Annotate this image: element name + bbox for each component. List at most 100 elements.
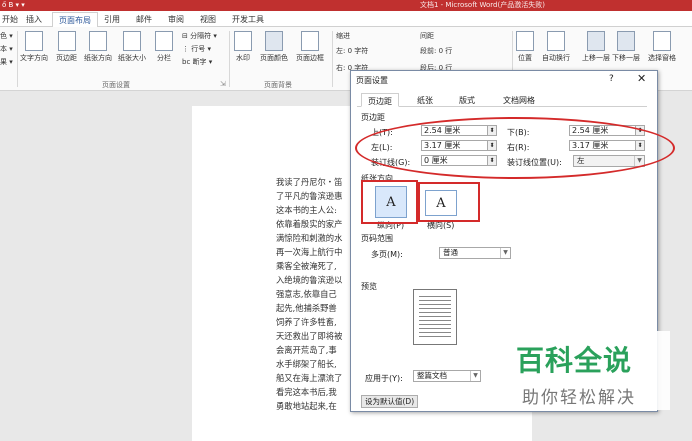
window-title: 文档1 - Microsoft Word(产品激活失败): [420, 1, 545, 9]
ribbon-separator: [332, 31, 333, 87]
ribbon-tabs: 开始 插入 页面布局 引用 邮件 审阅 视图 开发工具: [0, 11, 692, 28]
orientation-icon: [89, 31, 107, 51]
page-setup-group-label: 页面设置: [102, 81, 130, 89]
annotation-rect-portrait: [361, 180, 418, 224]
hyphenation-button[interactable]: bc 断字 ▾: [182, 57, 212, 67]
position-icon: [516, 31, 534, 51]
send-backward-label: 下移一层: [612, 54, 640, 62]
tab-page-layout[interactable]: 页面布局: [52, 12, 98, 28]
document-line: 会离开荒岛了,事: [276, 345, 337, 355]
title-bar: ő B ▾ ▾ 文档1 - Microsoft Word(产品激活失败): [0, 0, 692, 11]
page-borders-label: 页面边框: [296, 54, 324, 62]
document-line: 水手绑架了船长,: [276, 359, 337, 369]
tab-margins[interactable]: 页边距: [361, 93, 399, 107]
tab-references[interactable]: 引用: [104, 14, 120, 25]
hyphenation-icon: bc: [182, 58, 191, 66]
dialog-tabs: 页边距 纸张 版式 文档网格: [357, 93, 647, 107]
line-numbers-button[interactable]: ⋮ 行号 ▾: [182, 44, 211, 54]
tab-review[interactable]: 审阅: [168, 14, 184, 25]
ribbon-cut-item-1[interactable]: 色 ▾: [0, 31, 13, 41]
annotation-ellipse: [355, 117, 675, 179]
apply-to-select[interactable]: 整篇文档 ▼: [413, 370, 481, 382]
spacing-title: 间距: [420, 32, 434, 40]
tab-insert[interactable]: 插入: [26, 14, 42, 25]
page-color-button[interactable]: 页面颜色: [260, 31, 288, 63]
breaks-icon: ⊟: [182, 32, 188, 40]
orientation-button[interactable]: 纸张方向: [84, 31, 112, 63]
breaks-button[interactable]: ⊟ 分隔符 ▾: [182, 31, 217, 41]
page-color-icon: [265, 31, 283, 51]
tab-layout[interactable]: 版式: [453, 93, 481, 107]
document-line: 入绝境的鲁滨逊以: [276, 275, 343, 285]
paper-size-icon: [123, 31, 141, 51]
line-numbers-icon: ⋮: [182, 45, 189, 53]
document-line: 起先,他捕杀野兽: [276, 303, 337, 313]
chevron-down-icon: ▼: [500, 248, 510, 258]
document-line: 天还救出了即将被: [276, 331, 343, 341]
annotation-rect-landscape: [418, 182, 480, 222]
pages-section-title: 页码范围: [361, 234, 393, 243]
close-icon[interactable]: ✕: [637, 72, 646, 85]
multiple-pages-select[interactable]: 普通 ▼: [439, 247, 511, 259]
position-label: 位置: [518, 54, 532, 62]
watermark-logo: 百科全说 助你轻松解决: [500, 331, 670, 410]
watermark-icon: [234, 31, 252, 51]
watermark-label: 水印: [236, 54, 250, 62]
document-line: 饲养了许多牲畜,: [276, 317, 337, 327]
bring-forward-button[interactable]: 上移一层: [582, 31, 610, 63]
spacing-before-field[interactable]: 段前: 0 行: [420, 46, 452, 56]
wrap-text-button[interactable]: 自动换行: [542, 31, 570, 63]
margins-icon: [57, 31, 76, 51]
chevron-down-icon: ▼: [470, 371, 480, 381]
set-default-button[interactable]: 设为默认值(D): [361, 395, 419, 408]
page-color-label: 页面颜色: [260, 54, 288, 62]
tab-view[interactable]: 视图: [200, 14, 216, 25]
wrap-text-label: 自动换行: [542, 54, 570, 62]
document-line: 船又在海上漂流了: [276, 373, 343, 383]
ribbon-cut-item-3[interactable]: 果 ▾: [0, 57, 13, 67]
bring-forward-icon: [587, 31, 605, 51]
margins-button[interactable]: 页边距: [56, 31, 77, 63]
document-line: 满惊险和刺激的水: [276, 233, 343, 243]
tab-home[interactable]: 开始: [2, 14, 18, 25]
document-line: 这本书的主人公:: [276, 205, 337, 215]
ribbon-separator: [229, 31, 230, 87]
multiple-pages-value: 普通: [443, 248, 458, 257]
hyphenation-label: 断字 ▾: [192, 58, 213, 66]
margins-section-title: 页边距: [361, 113, 385, 122]
multiple-pages-label: 多页(M):: [371, 250, 403, 259]
margins-label: 页边距: [56, 54, 77, 62]
tab-mailings[interactable]: 邮件: [136, 14, 152, 25]
columns-button[interactable]: 分栏: [155, 31, 173, 63]
position-button[interactable]: 位置: [516, 31, 534, 63]
watermark-tagline: 助你轻松解决: [522, 388, 636, 408]
text-direction-icon: [25, 31, 43, 51]
indent-left-field[interactable]: 左: 0 字符: [336, 46, 368, 56]
selection-pane-label: 选择窗格: [648, 54, 676, 62]
quick-access-toolbar[interactable]: ő B ▾ ▾: [2, 0, 25, 10]
line-numbers-label: 行号 ▾: [191, 45, 211, 53]
apply-to-label: 应用于(Y):: [365, 374, 403, 383]
preview-section-title: 预览: [361, 282, 377, 291]
document-line: 我读了丹尼尔・笛: [276, 177, 343, 187]
tab-developer[interactable]: 开发工具: [232, 14, 264, 25]
ribbon-cut-item-2[interactable]: 本 ▾: [0, 44, 13, 54]
document-line: 强意志,依靠自己: [276, 289, 337, 299]
indent-title: 缩进: [336, 32, 350, 40]
columns-icon: [155, 31, 173, 51]
watermark-button[interactable]: 水印: [234, 31, 252, 63]
document-line: 看完这本书后,我: [276, 387, 337, 397]
text-direction-button[interactable]: 文字方向: [20, 31, 48, 63]
tab-paper[interactable]: 纸张: [411, 93, 439, 107]
tab-document-grid[interactable]: 文档网格: [497, 93, 541, 107]
selection-pane-button[interactable]: 选择窗格: [648, 31, 676, 63]
page-borders-icon: [301, 31, 319, 51]
size-button[interactable]: 纸张大小: [118, 31, 146, 63]
send-backward-button[interactable]: 下移一层: [612, 31, 640, 63]
document-line: 勇敢地站起来,在: [276, 401, 337, 411]
page-borders-button[interactable]: 页面边框: [296, 31, 324, 63]
wrap-text-icon: [547, 31, 565, 51]
document-line: 乘客全被淹死了,: [276, 261, 337, 271]
help-icon[interactable]: ?: [609, 74, 614, 84]
page-setup-launcher-icon[interactable]: ⇲: [220, 80, 226, 88]
